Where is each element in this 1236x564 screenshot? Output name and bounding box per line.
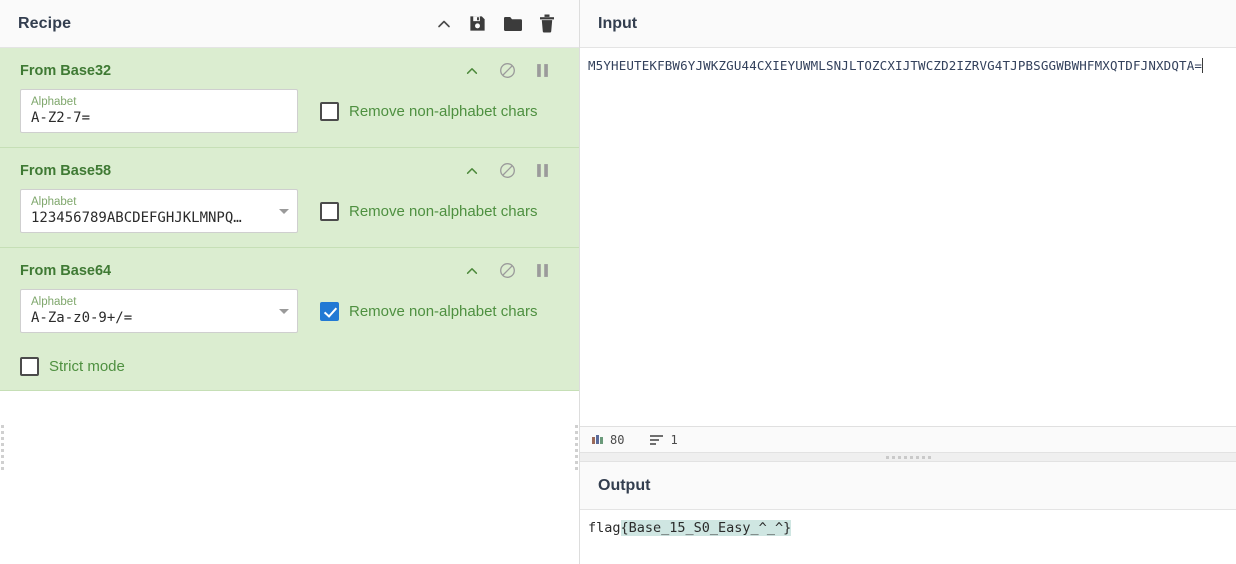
alphabet-label: Alphabet [31, 196, 77, 208]
op-collapse-chevron-icon[interactable] [465, 64, 479, 78]
text-cursor [1202, 58, 1204, 73]
recipe-operation[interactable]: From Base32 Alphabet A-Z2-7= Remove non-… [0, 48, 579, 148]
recipe-operation-list[interactable]: From Base32 Alphabet A-Z2-7= Remove non-… [0, 48, 579, 564]
op-breakpoint-pause-icon[interactable] [536, 163, 549, 178]
alphabet-value: A-Z2-7= [31, 110, 91, 126]
trash-icon[interactable] [539, 14, 555, 33]
alphabet-value: 123456789ABCDEFGHJKLMNPQ… [31, 210, 242, 226]
input-title: Input [598, 14, 638, 32]
op-disable-icon[interactable] [499, 62, 516, 79]
abc-length-icon [592, 435, 603, 444]
checkbox-box[interactable] [320, 101, 339, 121]
input-status-bar: 80 1 [580, 426, 1236, 452]
op-collapse-chevron-icon[interactable] [465, 264, 479, 278]
output-title-bar: Output [580, 462, 1236, 510]
operation-header: From Base58 [0, 148, 579, 189]
recipe-left-drag-handle[interactable] [1, 425, 4, 470]
remove-non-alphabet-checkbox[interactable]: Remove non-alphabet chars [320, 201, 538, 221]
collapse-chevron-icon[interactable] [436, 16, 452, 32]
checkbox-box[interactable] [320, 301, 339, 321]
strict-mode-checkbox[interactable]: Strict mode [20, 357, 125, 376]
recipe-header-actions [436, 14, 565, 33]
input-textarea[interactable]: M5YHEUTEKFBW6YJWKZGU44CXIEYUWMLSNJLTOZCX… [580, 48, 1236, 426]
cyberchef-app: Recipe From Base32 Alphabet A-Z2-7= Remo… [0, 0, 1236, 564]
alphabet-label: Alphabet [31, 296, 77, 308]
checkbox-label: Remove non-alphabet chars [349, 202, 538, 220]
op-collapse-chevron-icon[interactable] [465, 164, 479, 178]
operation-header: From Base32 [0, 48, 579, 89]
input-section: Input M5YHEUTEKFBW6YJWKZGU44CXIEYUWMLSNJ… [580, 0, 1236, 452]
alphabet-label: Alphabet [31, 96, 77, 108]
operation-title: From Base58 [20, 162, 112, 179]
checkbox-box[interactable] [20, 357, 39, 376]
checkbox-box[interactable] [320, 201, 339, 221]
op-breakpoint-pause-icon[interactable] [536, 263, 549, 278]
remove-non-alphabet-checkbox[interactable]: Remove non-alphabet chars [320, 101, 538, 121]
folder-icon[interactable] [503, 15, 523, 33]
chevron-down-icon[interactable] [279, 309, 289, 314]
checkbox-label: Remove non-alphabet chars [349, 102, 538, 120]
strict-mode-row: Strict mode [0, 357, 579, 376]
recipe-operation[interactable]: From Base58 Alphabet 123456789ABCDEFGHJK… [0, 148, 579, 248]
operation-controls [465, 162, 565, 179]
alphabet-input[interactable]: Alphabet A-Za-z0-9+/= [20, 289, 298, 333]
page-title: Recipe [18, 14, 72, 32]
operation-args: Alphabet 123456789ABCDEFGHJKLMNPQ… Remov… [0, 189, 579, 233]
operation-title: From Base64 [20, 262, 112, 279]
recipe-operation[interactable]: From Base64 Alphabet A-Za-z0-9+/= Remove… [0, 248, 579, 391]
operation-header: From Base64 [0, 248, 579, 289]
op-breakpoint-pause-icon[interactable] [536, 63, 549, 78]
io-pane: Input M5YHEUTEKFBW6YJWKZGU44CXIEYUWMLSNJ… [580, 0, 1236, 564]
operation-args: Alphabet A-Za-z0-9+/= Remove non-alphabe… [0, 289, 579, 333]
remove-non-alphabet-checkbox[interactable]: Remove non-alphabet chars [320, 301, 538, 321]
alphabet-input[interactable]: Alphabet 123456789ABCDEFGHJKLMNPQ… [20, 189, 298, 233]
io-splitter[interactable] [580, 452, 1236, 462]
input-lines-value: 1 [670, 432, 678, 447]
line-count-icon [650, 434, 664, 445]
op-disable-icon[interactable] [499, 262, 516, 279]
input-text: M5YHEUTEKFBW6YJWKZGU44CXIEYUWMLSNJLTOZCX… [588, 58, 1203, 73]
operation-title: From Base32 [20, 62, 112, 79]
input-length-indicator: 80 [592, 433, 624, 447]
input-title-bar: Input [580, 0, 1236, 48]
op-disable-icon[interactable] [499, 162, 516, 179]
save-icon[interactable] [468, 14, 487, 33]
checkbox-label: Remove non-alphabet chars [349, 302, 538, 320]
recipe-right-drag-handle[interactable] [575, 425, 578, 470]
input-lines-indicator: 1 [650, 432, 678, 447]
operation-args: Alphabet A-Z2-7= Remove non-alphabet cha… [0, 89, 579, 133]
output-title: Output [598, 476, 651, 494]
alphabet-value: A-Za-z0-9+/= [31, 310, 133, 326]
input-length-value: 80 [610, 432, 625, 447]
recipe-pane: Recipe From Base32 Alphabet A-Z2-7= Remo… [0, 0, 580, 564]
chevron-down-icon[interactable] [279, 209, 289, 214]
output-highlight: {Base_15_S0_Easy_^_^} [620, 520, 792, 536]
recipe-title-bar: Recipe [0, 0, 579, 48]
operation-controls [465, 262, 565, 279]
output-prefix: flag [588, 520, 621, 536]
checkbox-label: Strict mode [49, 358, 125, 375]
alphabet-input[interactable]: Alphabet A-Z2-7= [20, 89, 298, 133]
output-textarea[interactable]: flag{Base_15_S0_Easy_^_^} [580, 510, 1236, 564]
operation-controls [465, 62, 565, 79]
output-section: Output flag{Base_15_S0_Easy_^_^} [580, 462, 1236, 564]
